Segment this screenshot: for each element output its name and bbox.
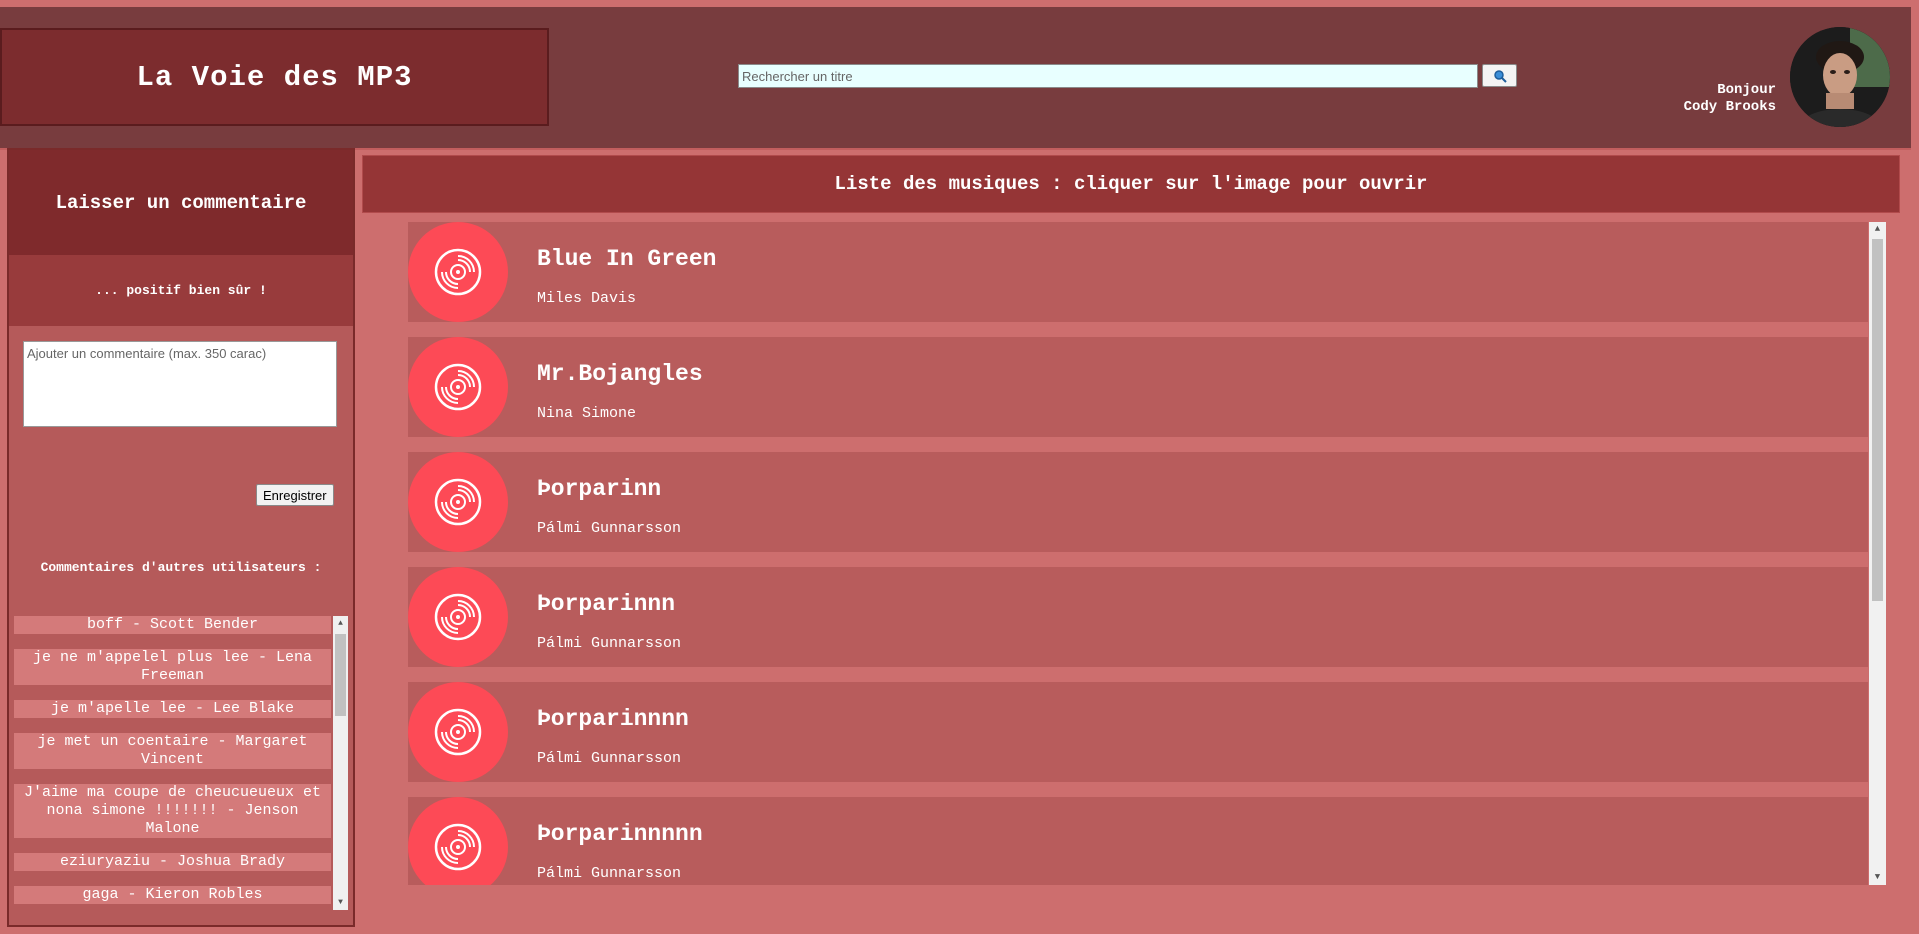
track-title: Mr.Bojangles	[537, 361, 703, 387]
track-open-button[interactable]	[408, 452, 508, 552]
logo-box: La Voie des MP3	[0, 28, 549, 126]
vinyl-disc-icon	[434, 593, 482, 641]
user-name: Cody Brooks	[1683, 99, 1776, 115]
music-list[interactable]: Blue In Green Miles Davis Mr.Bojangles N…	[408, 222, 1885, 885]
track-open-button[interactable]	[408, 682, 508, 782]
track-artist: Nina Simone	[537, 405, 637, 422]
sidebar-subtitle: ... positif bien sûr !	[9, 255, 353, 326]
track-artist: Pálmi Gunnarsson	[537, 750, 682, 767]
avatar[interactable]	[1790, 27, 1890, 127]
comment-item: je met un coentaire - Margaret Vincent	[14, 733, 331, 769]
avatar-image	[1790, 27, 1890, 127]
track-bar	[408, 567, 1868, 667]
track-open-button[interactable]	[408, 567, 508, 667]
track-row: Mr.Bojangles Nina Simone	[408, 337, 1868, 437]
track-bar	[408, 682, 1868, 782]
track-row: Þorparinnnnn Pálmi Gunnarsson	[408, 797, 1868, 885]
search-bar	[738, 64, 1517, 88]
scroll-thumb[interactable]	[335, 634, 346, 716]
comment-item: gaga - Kieron Robles	[14, 886, 331, 904]
comments-list[interactable]: boff - Scott Bender je ne m'appelel plus…	[14, 616, 348, 910]
greeting-label: Bonjour	[1717, 82, 1776, 98]
track-artist: Pálmi Gunnarsson	[537, 635, 682, 652]
track-title: Þorparinnnn	[537, 706, 689, 732]
track-row: Þorparinnnn Pálmi Gunnarsson	[408, 682, 1868, 782]
vinyl-disc-icon	[434, 248, 482, 296]
music-list-scrollbar[interactable]: ▲ ▼	[1869, 222, 1886, 885]
track-bar	[408, 222, 1868, 322]
scroll-down-arrow-icon[interactable]: ▼	[333, 895, 348, 910]
top-header: La Voie des MP3 Bonjour Cody Brooks	[0, 7, 1911, 150]
save-comment-button[interactable]: Enregistrer	[256, 484, 334, 506]
track-row: Þorparinn Pálmi Gunnarsson	[408, 452, 1868, 552]
track-artist: Pálmi Gunnarsson	[537, 865, 682, 882]
scroll-up-arrow-icon[interactable]: ▲	[333, 616, 348, 631]
search-button[interactable]	[1482, 64, 1517, 87]
track-artist: Miles Davis	[537, 290, 637, 307]
comment-sidebar: Laisser un commentaire ... positif bien …	[7, 148, 355, 927]
track-title: Þorparinnn	[537, 591, 676, 617]
vinyl-disc-icon	[434, 708, 482, 756]
vinyl-disc-icon	[434, 478, 482, 526]
vinyl-disc-icon	[434, 823, 482, 871]
comment-item: boff - Scott Bender	[14, 616, 331, 634]
track-title: Blue In Green	[537, 246, 717, 272]
app-title: La Voie des MP3	[136, 60, 413, 94]
comment-item: je m'apelle lee - Lee Blake	[14, 700, 331, 718]
track-artist: Pálmi Gunnarsson	[537, 520, 682, 537]
track-row: Þorparinnn Pálmi Gunnarsson	[408, 567, 1868, 667]
track-title: Þorparinnnnn	[537, 821, 703, 847]
scroll-down-arrow-icon[interactable]: ▼	[1869, 870, 1886, 885]
track-open-button[interactable]	[408, 337, 508, 437]
sidebar-title: Laisser un commentaire	[9, 150, 353, 255]
comment-item: J'aime ma coupe de cheucueueux et nona s…	[14, 784, 331, 838]
track-open-button[interactable]	[408, 222, 508, 322]
track-row: Blue In Green Miles Davis	[408, 222, 1868, 322]
vinyl-disc-icon	[434, 363, 482, 411]
comment-item: eziuryaziu - Joshua Brady	[14, 853, 331, 871]
search-input[interactable]	[738, 64, 1478, 88]
other-comments-title: Commentaires d'autres utilisateurs :	[40, 560, 322, 575]
scroll-thumb[interactable]	[1872, 239, 1883, 601]
user-greeting: Bonjour Cody Brooks	[1684, 82, 1776, 116]
track-bar	[408, 452, 1868, 552]
comments-scrollbar[interactable]: ▲ ▼	[333, 616, 348, 910]
track-bar	[408, 337, 1868, 437]
music-list-title: Liste des musiques : cliquer sur l'image…	[362, 155, 1900, 213]
comment-item: je ne m'appelel plus lee - Lena Freeman	[14, 649, 331, 685]
scroll-up-arrow-icon[interactable]: ▲	[1869, 222, 1886, 237]
track-title: Þorparinn	[537, 476, 662, 502]
search-icon	[1493, 69, 1507, 83]
comment-field[interactable]	[23, 341, 337, 427]
